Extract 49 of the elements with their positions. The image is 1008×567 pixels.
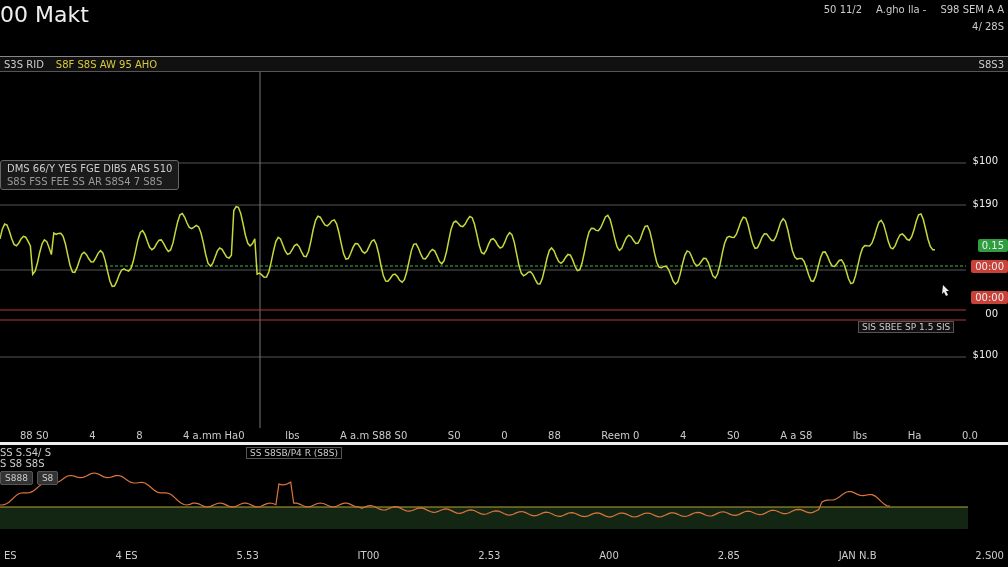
header-info: A.gho lla - [876,4,927,15]
time-label: A00 [599,550,619,561]
time-label: 4 [680,429,687,441]
price-label: $100 [971,348,999,361]
price-label: 00:00 [971,260,1008,273]
time-label: 2.S00 [975,550,1004,561]
time-label: JAN N.B [838,550,877,561]
time-label: 88 S0 [20,429,49,441]
time-label: 0 [501,429,508,441]
header-info: S98 SEM A A [940,4,1004,15]
time-label: S0 [447,429,461,441]
time-label: IT00 [357,550,380,561]
time-label: ES [4,550,17,561]
price-label: 0.15 [977,239,1008,252]
time-label: 4 a.mm Ha0 [183,429,245,441]
price-label: 00 [984,307,999,320]
time-label: 8 [136,429,143,441]
page-title: 00 Makt [0,2,89,29]
cursor-icon [942,285,949,296]
study-label: SS S8SB/P4 R (S8S) [246,447,342,459]
time-label: 2.53 [478,550,501,561]
indicator-button[interactable]: S888 [0,471,33,485]
time-label: Reem 0 [601,429,640,441]
time-label: A a.m S88 S0 [340,429,408,441]
indicator-button[interactable]: S8 [36,471,59,485]
indicator-label: S S8 S8S [0,458,46,469]
time-label: lbs [852,429,868,441]
price-label: $100 [971,154,999,167]
time-label: 5.53 [236,550,259,561]
legend-text: S8S FSS FEE SS AR S8S4 7 S8S [7,176,164,187]
price-label: $190 [971,197,999,210]
toolbar-button[interactable]: S8S3 [978,58,1004,70]
time-label: lbs [285,429,300,441]
time-label: 4 [89,429,96,441]
header-info: 50 11/2 [823,4,863,15]
time-label: A a S8 [780,429,813,441]
header-sub-info: 4/ 28S [972,21,1004,32]
time-label: 4 ES [115,550,138,561]
price-note: SIS SBEE SP 1.5 SIS [858,321,955,333]
time-label: 2.85 [717,550,740,561]
symbol-list: S8F S8S AW 95 AHO [55,58,158,70]
toolbar-label: S3S RID [4,58,44,70]
time-label: 88 [548,429,561,441]
time-label: S0 [726,429,740,441]
indicator-label: SS S.S4/ S [0,447,51,458]
legend-text: DMS 66/Y YES FGE DIBS ARS 510 [7,163,173,174]
price-label: 00:00 [971,291,1008,304]
time-label: Ha [907,429,922,441]
time-label: 0.0 [961,429,978,441]
